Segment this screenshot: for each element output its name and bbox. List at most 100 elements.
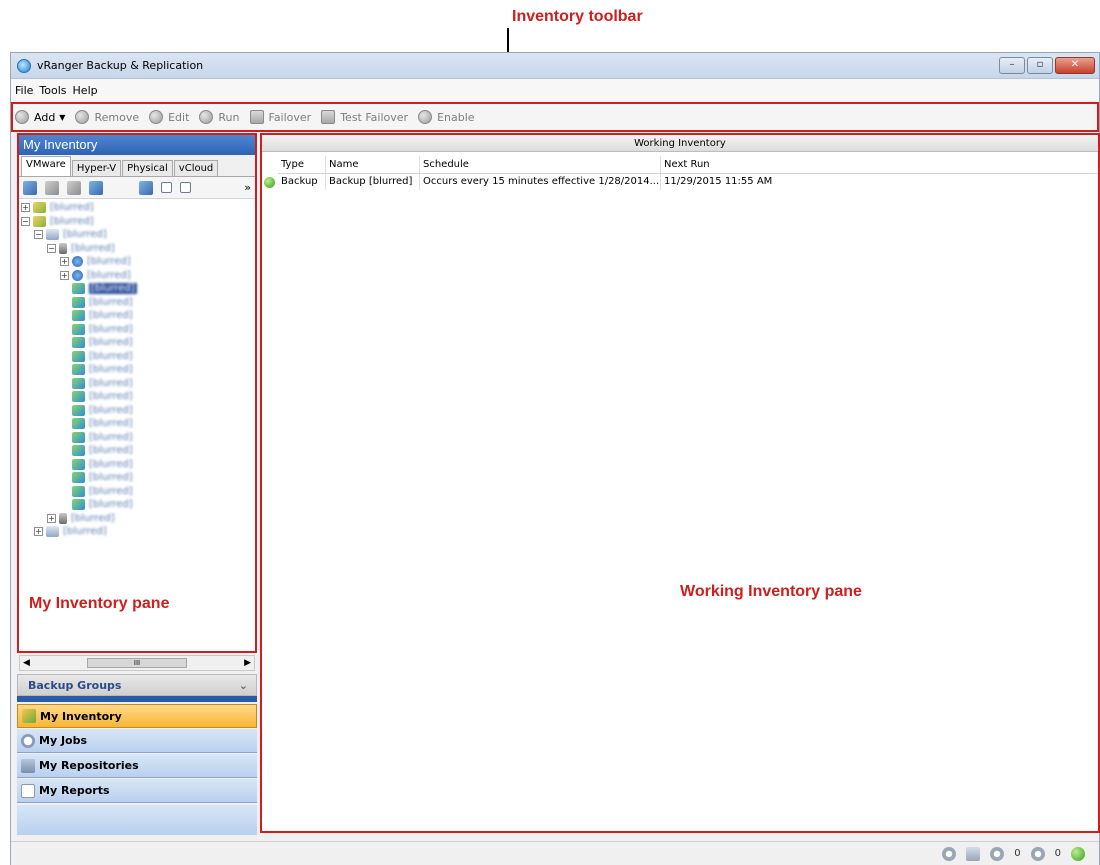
enable-label: Enable (437, 110, 475, 124)
tree-node[interactable]: [blurred] (21, 390, 255, 404)
tree-node[interactable]: [blurred] (21, 498, 255, 512)
tree-node-label: [blurred] (63, 526, 107, 538)
tree-node[interactable]: − [blurred] (21, 242, 255, 256)
tree-node[interactable]: + [blurred] (21, 525, 255, 539)
my-inventory-pane: My Inventory VMware Hyper-V Physical vCl… (17, 133, 257, 653)
tree-node[interactable]: [blurred] (21, 458, 255, 472)
tree-node[interactable]: [blurred] (21, 404, 255, 418)
edit-host-icon[interactable] (67, 180, 81, 195)
tree-node[interactable]: [blurred] (21, 309, 255, 323)
scroll-right-icon[interactable]: ▶ (244, 658, 251, 668)
tab-vcloud[interactable]: vCloud (173, 160, 219, 176)
tree-node[interactable]: [blurred] (21, 296, 255, 310)
view-options-icon[interactable] (139, 180, 153, 195)
nav-label: My Repositories (39, 759, 139, 772)
jobs-count: 0 (1014, 848, 1021, 859)
horizontal-scrollbar[interactable]: ◀ III ▶ (19, 655, 255, 671)
tree-node[interactable]: [blurred] (21, 323, 255, 337)
tree-node[interactable]: [blurred] (21, 485, 255, 499)
expand-icon[interactable]: + (34, 527, 43, 537)
scroll-left-icon[interactable]: ◀ (23, 658, 30, 668)
tree-node-label: [blurred] (50, 202, 94, 214)
expand-icon[interactable]: + (47, 513, 56, 523)
tree-node[interactable]: [blurred] (21, 282, 255, 296)
add-host-icon[interactable] (23, 180, 37, 195)
tree-node[interactable]: [blurred] (21, 363, 255, 377)
nav-my-inventory[interactable]: My Inventory (17, 704, 257, 728)
callout-inventory-toolbar: Inventory toolbar (512, 8, 643, 25)
minimize-button[interactable]: – (999, 57, 1025, 74)
tree-node-label: [blurred] (71, 512, 115, 524)
edit-button[interactable]: Edit (149, 110, 189, 124)
collapse-icon[interactable]: − (47, 243, 56, 253)
failover-button[interactable]: Failover (249, 110, 311, 124)
expand-icon[interactable]: + (60, 257, 69, 267)
column-header-name[interactable]: Name (326, 156, 420, 173)
tree-node[interactable]: − [blurred] (21, 215, 255, 229)
scroll-thumb[interactable]: III (87, 658, 187, 668)
tree-node[interactable]: [blurred] (21, 377, 255, 391)
tab-hyper-v[interactable]: Hyper-V (71, 160, 122, 176)
nav-my-repositories[interactable]: My Repositories (17, 754, 257, 778)
jobs-status-icon (990, 846, 1005, 861)
tree-node[interactable]: + [blurred] (21, 255, 255, 269)
test-failover-button[interactable]: Test Failover (321, 110, 408, 124)
tree-node-label: [blurred] (89, 499, 133, 511)
datacenter-icon (33, 215, 46, 227)
column-header-type[interactable]: Type (278, 156, 326, 173)
splitter-grip[interactable] (17, 696, 257, 702)
vm-icon (72, 404, 85, 416)
remove-host-icon[interactable] (45, 180, 59, 195)
refresh-host-icon[interactable] (89, 180, 103, 195)
remove-button[interactable]: Remove (75, 110, 139, 124)
vm-icon (72, 364, 85, 376)
window-title: vRanger Backup & Replication (37, 59, 204, 72)
tree-node[interactable]: + [blurred] (21, 269, 255, 283)
column-header-next-run[interactable]: Next Run (661, 156, 861, 173)
collapse-icon[interactable]: − (34, 230, 43, 240)
row-type: Backup (278, 174, 326, 190)
server-icon (59, 242, 67, 254)
tab-physical[interactable]: Physical (122, 160, 173, 176)
host-icon (46, 229, 59, 241)
expand-all-icon[interactable] (161, 182, 172, 193)
close-button[interactable]: ✕ (1055, 57, 1095, 74)
tree-node-label: [blurred] (89, 377, 133, 389)
add-button[interactable]: Add ▼ (15, 110, 65, 124)
tree-node[interactable]: [blurred] (21, 444, 255, 458)
tab-vmware[interactable]: VMware (21, 156, 71, 176)
row-name: Backup [blurred] (326, 174, 420, 190)
overflow-chevron-icon[interactable]: » (244, 181, 251, 194)
expand-icon[interactable]: + (60, 270, 69, 280)
nav-my-reports[interactable]: My Reports (17, 779, 257, 803)
tree-node[interactable]: [blurred] (21, 350, 255, 364)
collapse-icon[interactable]: − (21, 216, 30, 226)
pool-icon (72, 269, 83, 281)
tree-node-label: [blurred] (89, 418, 133, 430)
tree-node[interactable]: [blurred] (21, 417, 255, 431)
jobs-icon (21, 733, 35, 748)
maximize-button[interactable]: ▫ (1027, 57, 1053, 74)
nav-label: My Jobs (39, 734, 88, 747)
tree-node[interactable]: [blurred] (21, 431, 255, 445)
collapse-all-icon[interactable] (180, 182, 191, 193)
nav-my-jobs[interactable]: My Jobs (17, 729, 257, 753)
menu-tools[interactable]: Tools (39, 84, 66, 97)
tree-node-label: [blurred] (89, 310, 133, 322)
tree-node[interactable]: [blurred] (21, 336, 255, 350)
expand-icon[interactable]: + (21, 203, 30, 213)
column-header-schedule[interactable]: Schedule (420, 156, 661, 173)
backup-groups-header[interactable]: Backup Groups ⌄ (17, 674, 257, 696)
tree-node[interactable]: − [blurred] (21, 228, 255, 242)
tree-node-label: [blurred] (87, 256, 131, 268)
menu-file[interactable]: File (15, 84, 33, 97)
run-button[interactable]: Run (199, 110, 240, 124)
tree-node[interactable]: [blurred] (21, 471, 255, 485)
table-row[interactable]: Backup Backup [blurred] Occurs every 15 … (264, 174, 1098, 190)
title-bar: vRanger Backup & Replication – ▫ ✕ (11, 53, 1099, 79)
tree-node[interactable]: + [blurred] (21, 512, 255, 526)
tree-node-label: [blurred] (89, 296, 133, 308)
menu-help[interactable]: Help (73, 84, 98, 97)
tree-node[interactable]: + [blurred] (21, 201, 255, 215)
enable-button[interactable]: Enable (418, 110, 475, 124)
